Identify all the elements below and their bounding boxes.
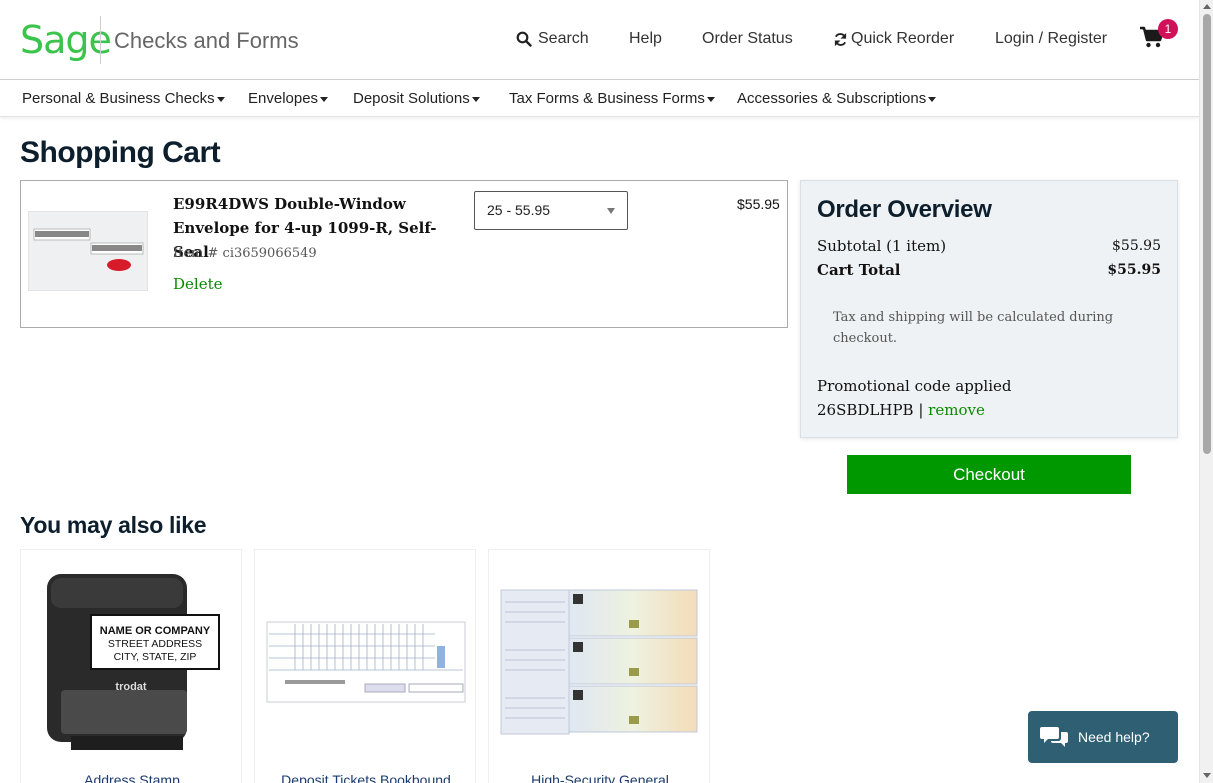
search-label: Search: [538, 30, 589, 47]
rec-label[interactable]: Deposit Tickets Bookbound: [255, 771, 477, 783]
rec-card-address-stamp[interactable]: NAME OR COMPANY STREET ADDRESS CITY, STA…: [20, 549, 242, 783]
stamp-line-3: CITY, STATE, ZIP: [114, 651, 197, 663]
page-title: Shopping Cart: [20, 136, 221, 169]
quick-reorder-link[interactable]: Quick Reorder: [833, 29, 954, 49]
scroll-thumb[interactable]: [1203, 14, 1211, 454]
help-link[interactable]: Help: [629, 29, 662, 49]
sage-logo[interactable]: Sage: [20, 18, 112, 62]
checkout-button[interactable]: Checkout: [847, 455, 1131, 494]
recommendations-title: You may also like: [20, 512, 207, 538]
order-status-link[interactable]: Order Status: [702, 29, 793, 49]
site-header: Sage Checks and Forms Search Help Order …: [0, 0, 1199, 80]
help-label: Help: [629, 30, 662, 47]
caret-down-icon: [471, 96, 480, 102]
rec-card-deposit-tickets[interactable]: Deposit Tickets Bookbound: [254, 549, 476, 783]
category-nav: Personal & Business Checks Envelopes Dep…: [0, 81, 1199, 117]
order-overview: Order Overview Subtotal (1 item) $55.95 …: [800, 180, 1178, 438]
quick-reorder-label: Quick Reorder: [851, 30, 955, 47]
promo-label: Promotional code applied: [817, 377, 1012, 395]
caret-down-icon: [320, 96, 329, 102]
category-label: Accessories & Subscriptions: [737, 90, 927, 107]
overview-title: Order Overview: [817, 196, 992, 223]
scroll-up-arrow-icon[interactable]: [1203, 4, 1211, 9]
cart-item: E99R4DWS Double-Window Envelope for 4-up…: [20, 180, 788, 328]
quantity-value: 25 - 55.95: [487, 202, 551, 218]
stamp-brand: trodat: [115, 681, 147, 693]
brand-subtitle[interactable]: Checks and Forms: [114, 28, 299, 54]
rec-card-high-security[interactable]: High-Security General: [488, 549, 710, 783]
quantity-select[interactable]: 25 - 55.95: [474, 191, 628, 230]
stamp-line-1: NAME OR COMPANY: [100, 625, 211, 637]
cart-count-badge[interactable]: 1: [1158, 19, 1178, 39]
rec-label[interactable]: Address Stamp: [21, 771, 243, 783]
login-register-label: Login / Register: [995, 30, 1108, 47]
need-help-button[interactable]: Need help?: [1028, 711, 1178, 763]
promo-code: 26SBDLHPB: [817, 401, 914, 419]
subtotal-value: $55.95: [1112, 238, 1161, 254]
category-tax-forms[interactable]: Tax Forms & Business Forms: [509, 89, 715, 109]
search-icon: [516, 31, 532, 47]
caret-down-icon: [928, 96, 937, 102]
subtotal-label: Subtotal (1 item): [817, 237, 947, 255]
dropdown-arrow-icon: [607, 208, 615, 214]
tax-shipping-note: Tax and shipping will be calculated duri…: [833, 310, 1114, 346]
category-label: Personal & Business Checks: [22, 90, 215, 107]
cart-total-value: $55.95: [1107, 262, 1161, 278]
category-deposit-solutions[interactable]: Deposit Solutions: [353, 89, 480, 109]
item-number: Item # ci3659066549: [173, 246, 317, 261]
category-label: Envelopes: [248, 90, 319, 107]
delete-item-link[interactable]: Delete: [173, 274, 222, 294]
page-scrollbar[interactable]: [1199, 0, 1213, 783]
need-help-label: Need help?: [1078, 729, 1150, 745]
subtotal-row: Subtotal (1 item) $55.95: [817, 236, 1161, 256]
category-personal-business-checks[interactable]: Personal & Business Checks: [22, 89, 225, 109]
refresh-icon: [834, 32, 847, 46]
promo-separator: |: [913, 401, 929, 419]
cart-total-label: Cart Total: [817, 261, 901, 279]
address-stamp-image: NAME OR COMPANY STREET ADDRESS CITY, STA…: [47, 574, 220, 750]
rec-label[interactable]: High-Security General: [489, 771, 711, 783]
caret-down-icon: [706, 96, 715, 102]
category-label: Deposit Solutions: [353, 90, 470, 107]
search-link[interactable]: Search: [516, 29, 589, 49]
category-envelopes[interactable]: Envelopes: [248, 89, 329, 109]
deposit-tickets-image: [266, 621, 466, 703]
category-label: Tax Forms & Business Forms: [509, 90, 705, 107]
cart-total-row: Cart Total $55.95: [817, 260, 1161, 280]
caret-down-icon: [216, 96, 225, 102]
chat-bubbles-icon: [1040, 727, 1068, 747]
category-accessories[interactable]: Accessories & Subscriptions: [737, 89, 937, 109]
logo-divider: [100, 16, 101, 64]
promo-line: 26SBDLHPB | remove: [817, 400, 985, 420]
promo-remove-link[interactable]: remove: [928, 401, 985, 419]
order-status-label: Order Status: [702, 30, 793, 47]
envelope-image: [33, 228, 144, 271]
item-price: $55.95: [737, 196, 780, 212]
scroll-down-arrow-icon[interactable]: [1203, 773, 1211, 778]
login-register-link[interactable]: Login / Register: [995, 29, 1107, 49]
stamp-line-2: STREET ADDRESS: [108, 638, 202, 650]
high-security-checks-image: [500, 589, 698, 735]
envelope-thumbnail[interactable]: [28, 211, 148, 291]
